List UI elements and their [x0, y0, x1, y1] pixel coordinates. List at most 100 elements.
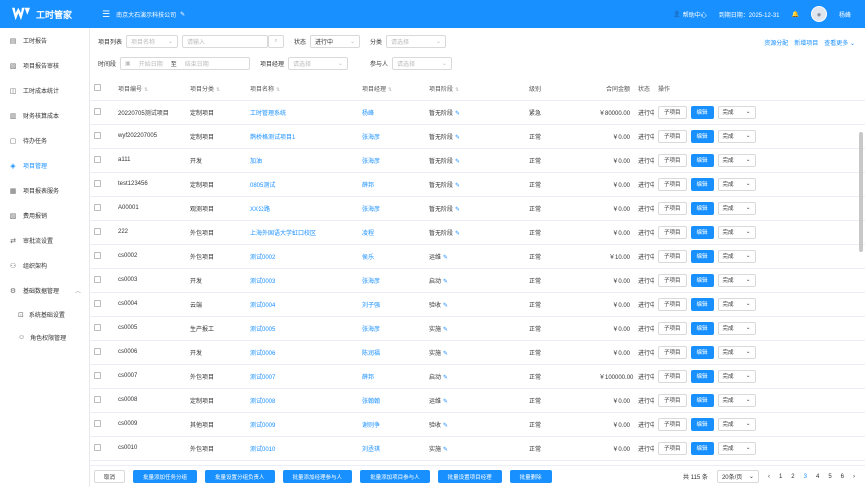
cell-manager[interactable]: 薛邦	[358, 172, 425, 197]
cell-project-name[interactable]: 上海外国语大学虹口校区	[246, 220, 358, 245]
row-checkbox[interactable]	[94, 275, 101, 283]
complete-select[interactable]: 完成 ⌄	[717, 345, 756, 359]
cancel-button[interactable]: 取消	[94, 470, 126, 483]
user-name[interactable]: 杨峰	[839, 10, 851, 19]
complete-select[interactable]: 完成 ⌄	[717, 393, 756, 407]
next-page-button[interactable]: ›	[853, 474, 855, 480]
category-select[interactable]: 请选择 ⌄	[386, 35, 447, 48]
cell-project-name[interactable]: 加油	[246, 148, 358, 173]
edit-button[interactable]: 编辑	[690, 393, 714, 407]
header-category[interactable]: 项目分类 ⇅	[186, 78, 246, 101]
row-checkbox[interactable]	[94, 227, 101, 235]
add-project-link[interactable]: 新增项目	[794, 38, 818, 47]
select-all-checkbox[interactable]	[94, 84, 101, 92]
status-select[interactable]: 进行中 ⌄	[310, 35, 361, 48]
batch-button-4[interactable]: 批量设置项目经理	[437, 470, 502, 483]
page-number[interactable]: 3	[804, 474, 807, 480]
cell-project-name[interactable]: 0805测试	[246, 172, 358, 197]
cell-project-name[interactable]: 测试0003	[246, 268, 358, 293]
row-checkbox[interactable]	[94, 419, 101, 427]
edit-company-icon[interactable]: ✎	[180, 11, 185, 18]
cell-manager[interactable]: 张海彦	[358, 268, 425, 293]
cell-manager[interactable]: 张海彦	[358, 124, 425, 149]
edit-button[interactable]: 编辑	[690, 153, 714, 167]
edit-stage-icon[interactable]: ✎	[443, 399, 448, 405]
edit-button[interactable]: 编辑	[690, 129, 714, 143]
edit-stage-icon[interactable]: ✎	[455, 159, 460, 165]
batch-button-5[interactable]: 批量删除	[509, 470, 552, 483]
complete-select[interactable]: 完成 ⌄	[717, 153, 756, 167]
participant-select[interactable]: 请选择 ⌄	[392, 57, 453, 70]
search-button[interactable]: ⌕	[268, 35, 285, 48]
edit-button[interactable]: 编辑	[690, 105, 714, 119]
edit-button[interactable]: 编辑	[690, 225, 714, 239]
edit-button[interactable]: 编辑	[690, 297, 714, 311]
edit-stage-icon[interactable]: ✎	[443, 351, 448, 357]
row-checkbox[interactable]	[94, 107, 101, 115]
header-code[interactable]: 项目编号 ⇅	[114, 78, 186, 101]
edit-stage-icon[interactable]: ✎	[455, 183, 460, 189]
edit-stage-icon[interactable]: ✎	[443, 375, 448, 381]
sidebar-item-9[interactable]: ⚇ 组织架构	[0, 253, 89, 278]
row-checkbox[interactable]	[94, 155, 101, 163]
cell-manager[interactable]: 张翰翰	[358, 388, 425, 413]
page-number[interactable]: 5	[828, 474, 831, 480]
complete-select[interactable]: 完成 ⌄	[717, 321, 756, 335]
row-checkbox[interactable]	[94, 443, 101, 451]
edit-button[interactable]: 编辑	[690, 201, 714, 215]
table-scrollbar[interactable]	[859, 132, 863, 252]
sub-project-button[interactable]: 子项目	[658, 105, 687, 119]
edit-stage-icon[interactable]: ✎	[455, 111, 460, 117]
header-manager[interactable]: 项目经理 ⇅	[358, 78, 425, 101]
sub-project-button[interactable]: 子项目	[658, 249, 687, 263]
sidebar-item-1[interactable]: ▧ 项目报告审核	[0, 53, 89, 78]
cell-manager[interactable]: 薛邦	[358, 364, 425, 389]
sidebar-item-7[interactable]: ▨ 费用报销	[0, 203, 89, 228]
bell-icon[interactable]: 🔔	[792, 11, 799, 18]
cell-project-name[interactable]: 测试0009	[246, 412, 358, 437]
resource-allocation-link[interactable]: 资源分配	[764, 38, 788, 47]
cell-project-name[interactable]: 鹊桥格测试项目1	[246, 124, 358, 149]
complete-select[interactable]: 完成 ⌄	[717, 249, 756, 263]
cell-manager[interactable]: 刘子强	[358, 292, 425, 317]
edit-stage-icon[interactable]: ✎	[455, 135, 460, 141]
complete-select[interactable]: 完成 ⌄	[717, 201, 756, 215]
sidebar-item-5[interactable]: ◈ 项目管理	[0, 153, 89, 178]
row-checkbox[interactable]	[94, 299, 101, 307]
edit-button[interactable]: 编辑	[690, 321, 714, 335]
batch-button-3[interactable]: 批量添加项目参与人	[360, 470, 430, 483]
cell-manager[interactable]: 凌程	[358, 220, 425, 245]
sub-project-button[interactable]: 子项目	[658, 321, 687, 335]
sub-project-button[interactable]: 子项目	[658, 153, 687, 167]
sidebar-subitem-1[interactable]: ☺ 角色权限管理	[0, 326, 89, 349]
batch-button-1[interactable]: 批量设置分组负责人	[205, 470, 275, 483]
cell-project-name[interactable]: 测试0008	[246, 388, 358, 413]
batch-button-2[interactable]: 批量添加经理参与人	[282, 470, 353, 483]
complete-select[interactable]: 完成 ⌄	[717, 177, 756, 191]
cell-manager[interactable]: 刘丞琪	[358, 436, 425, 461]
row-checkbox[interactable]	[94, 203, 101, 211]
complete-select[interactable]: 完成 ⌄	[717, 417, 756, 431]
sub-project-button[interactable]: 子项目	[658, 297, 687, 311]
cell-manager[interactable]: 陈润福	[358, 340, 425, 365]
edit-stage-icon[interactable]: ✎	[443, 303, 448, 309]
cell-project-name[interactable]: 测试0006	[246, 340, 358, 365]
sub-project-button[interactable]: 子项目	[658, 273, 687, 287]
help-center-link[interactable]: 👤 帮助中心	[673, 10, 707, 19]
project-name-select[interactable]: 项目名称 ⌄	[126, 35, 179, 48]
sidebar-item-10[interactable]: ⚙ 基础数据管理 ︿	[0, 278, 89, 303]
menu-toggle-icon[interactable]: ☰	[102, 9, 110, 20]
cell-project-name[interactable]: XX公路	[246, 196, 358, 221]
edit-stage-icon[interactable]: ✎	[443, 255, 448, 261]
cell-manager[interactable]: 杨峰	[358, 100, 425, 125]
edit-stage-icon[interactable]: ✎	[443, 423, 448, 429]
sidebar-item-8[interactable]: ⇄ 审批流设置	[0, 228, 89, 253]
edit-stage-icon[interactable]: ✎	[443, 279, 448, 285]
cell-manager[interactable]: 张海彦	[358, 316, 425, 341]
row-checkbox[interactable]	[94, 347, 101, 355]
edit-stage-icon[interactable]: ✎	[443, 327, 448, 333]
sub-project-button[interactable]: 子项目	[658, 129, 687, 143]
sub-project-button[interactable]: 子项目	[658, 201, 687, 215]
edit-button[interactable]: 编辑	[690, 369, 714, 383]
edit-stage-icon[interactable]: ✎	[455, 207, 460, 213]
